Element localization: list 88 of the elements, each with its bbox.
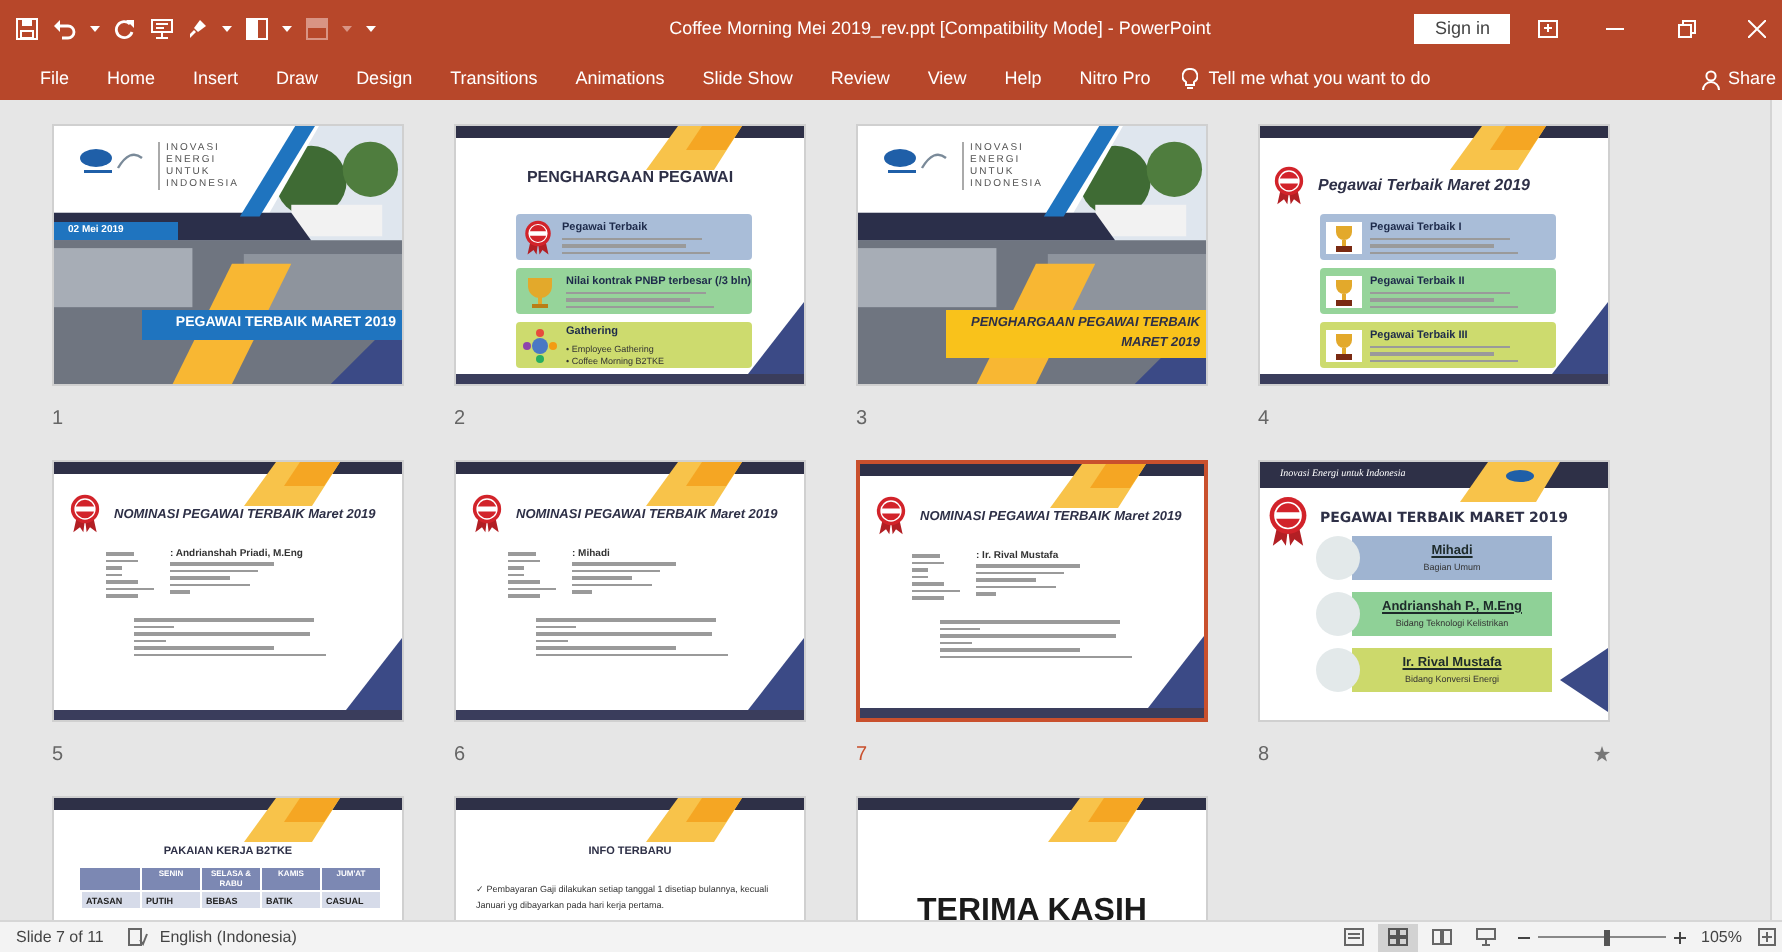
- ribbon-tab[interactable]: Slide Show: [702, 65, 793, 93]
- slide-counter: Slide 7 of 11: [16, 925, 104, 949]
- close-icon[interactable]: [1748, 20, 1766, 38]
- corner-triangle: [1560, 648, 1608, 712]
- corner-triangle: [346, 638, 402, 710]
- slide-number: 6: [454, 741, 466, 769]
- ribbon-tab[interactable]: Home: [107, 65, 156, 93]
- zoom-level[interactable]: 105%: [1701, 925, 1742, 949]
- language-label[interactable]: English (Indonesia): [159, 925, 297, 949]
- text-lines-drawing: [572, 562, 676, 593]
- corner-triangle: [1552, 302, 1608, 374]
- customize-caret-icon[interactable]: [366, 26, 376, 32]
- text-lines-drawing: [912, 552, 960, 599]
- text-lines-drawing: [976, 564, 1080, 595]
- rosette-icon: [1272, 166, 1306, 206]
- slide-thumbnail[interactable]: TERIMA KASIH: [856, 796, 1208, 920]
- zoom-in-icon[interactable]: [1673, 931, 1686, 943]
- rosette-icon: [68, 494, 102, 534]
- accent-shape: [1050, 464, 1146, 508]
- lightbulb-icon: [1182, 68, 1199, 90]
- brush-icon[interactable]: [188, 18, 208, 40]
- ribbon-tab[interactable]: View: [927, 65, 967, 93]
- accent-shape: [1460, 462, 1560, 502]
- accent-shape: [244, 798, 340, 842]
- ribbon-tab[interactable]: Draw: [276, 65, 319, 93]
- star-icon: [1594, 746, 1610, 762]
- slide-title: Pegawai Terbaik Maret 2019: [1318, 174, 1530, 198]
- caret-icon[interactable]: [282, 26, 292, 32]
- accent-shape: [646, 798, 742, 842]
- corner-triangle: [748, 638, 804, 710]
- slide-number: 8: [1258, 741, 1270, 769]
- slide-number: 1: [52, 405, 64, 433]
- table-header-cell: [80, 868, 140, 890]
- logo-icon: [78, 146, 146, 178]
- ribbon-display-icon[interactable]: [1538, 20, 1558, 38]
- slide-number: 2: [454, 405, 466, 433]
- slide-title: PENGHARGAAN PEGAWAI: [526, 166, 734, 190]
- window-title: Coffee Morning Mei 2019_rev.ppt [Compatibility Mode] - PowerPoint: [667, 15, 1213, 42]
- ribbon-tab[interactable]: Nitro Pro: [1079, 65, 1151, 93]
- presentation-icon[interactable]: [150, 18, 174, 40]
- zoom-slider[interactable]: [1537, 927, 1666, 947]
- trophy-icon: [1326, 329, 1362, 361]
- accent-shape: [646, 126, 742, 170]
- fit-to-window-icon[interactable]: [1758, 928, 1776, 946]
- accent-shape: [1048, 798, 1144, 842]
- person-icon: [1701, 69, 1720, 89]
- ribbon-tab[interactable]: Animations: [575, 65, 665, 93]
- accent-shape: [244, 462, 340, 506]
- redo-icon[interactable]: [114, 18, 136, 40]
- caret-icon[interactable]: [90, 26, 100, 32]
- scrollbar[interactable]: [1770, 100, 1782, 920]
- undo-icon[interactable]: [52, 18, 76, 40]
- slide-number: 3: [856, 405, 868, 433]
- spelling-icon[interactable]: [127, 928, 148, 946]
- slide-title: TERIMA KASIH: [915, 892, 1149, 920]
- slide-sorter-icon[interactable]: [1377, 923, 1418, 951]
- rosette-icon: [470, 494, 504, 534]
- rosette-icon: [522, 219, 554, 255]
- tell-me-field[interactable]: Tell me what you want to do: [1208, 65, 1431, 93]
- slide-number: 4: [1258, 405, 1270, 433]
- people-icon: [522, 327, 558, 363]
- restore-icon[interactable]: [1678, 20, 1696, 38]
- zoom-out-icon[interactable]: [1517, 931, 1530, 943]
- ribbon-tab[interactable]: File: [40, 65, 70, 93]
- slide-number: 7: [856, 741, 868, 769]
- sign-in-button[interactable]: Sign in: [1414, 14, 1510, 44]
- rosette-icon: [1266, 496, 1310, 548]
- ribbon-tab[interactable]: Transitions: [450, 65, 538, 93]
- accent-shape: [1450, 126, 1546, 170]
- share-button[interactable]: Share: [1727, 65, 1776, 93]
- ribbon-tab[interactable]: Help: [1004, 65, 1042, 93]
- corner-triangle: [1148, 636, 1204, 708]
- text-lines-drawing: [106, 550, 154, 597]
- trophy-icon: [1326, 275, 1362, 307]
- slide-number: 5: [52, 741, 64, 769]
- save-icon[interactable]: [16, 18, 38, 40]
- text-lines-drawing: [508, 550, 556, 597]
- logo-icon: [882, 146, 950, 178]
- corner-triangle: [748, 302, 804, 374]
- ribbon-tab[interactable]: Design: [356, 65, 413, 93]
- ribbon-tab[interactable]: Review: [830, 65, 890, 93]
- caret-icon[interactable]: [222, 26, 232, 32]
- slider-thumb[interactable]: [1604, 929, 1611, 945]
- trophy-icon: [522, 273, 558, 309]
- accent-shape: [646, 462, 742, 506]
- trophy-icon: [1326, 221, 1362, 253]
- ribbon-tab[interactable]: Insert: [193, 65, 239, 93]
- rosette-icon: [874, 496, 908, 536]
